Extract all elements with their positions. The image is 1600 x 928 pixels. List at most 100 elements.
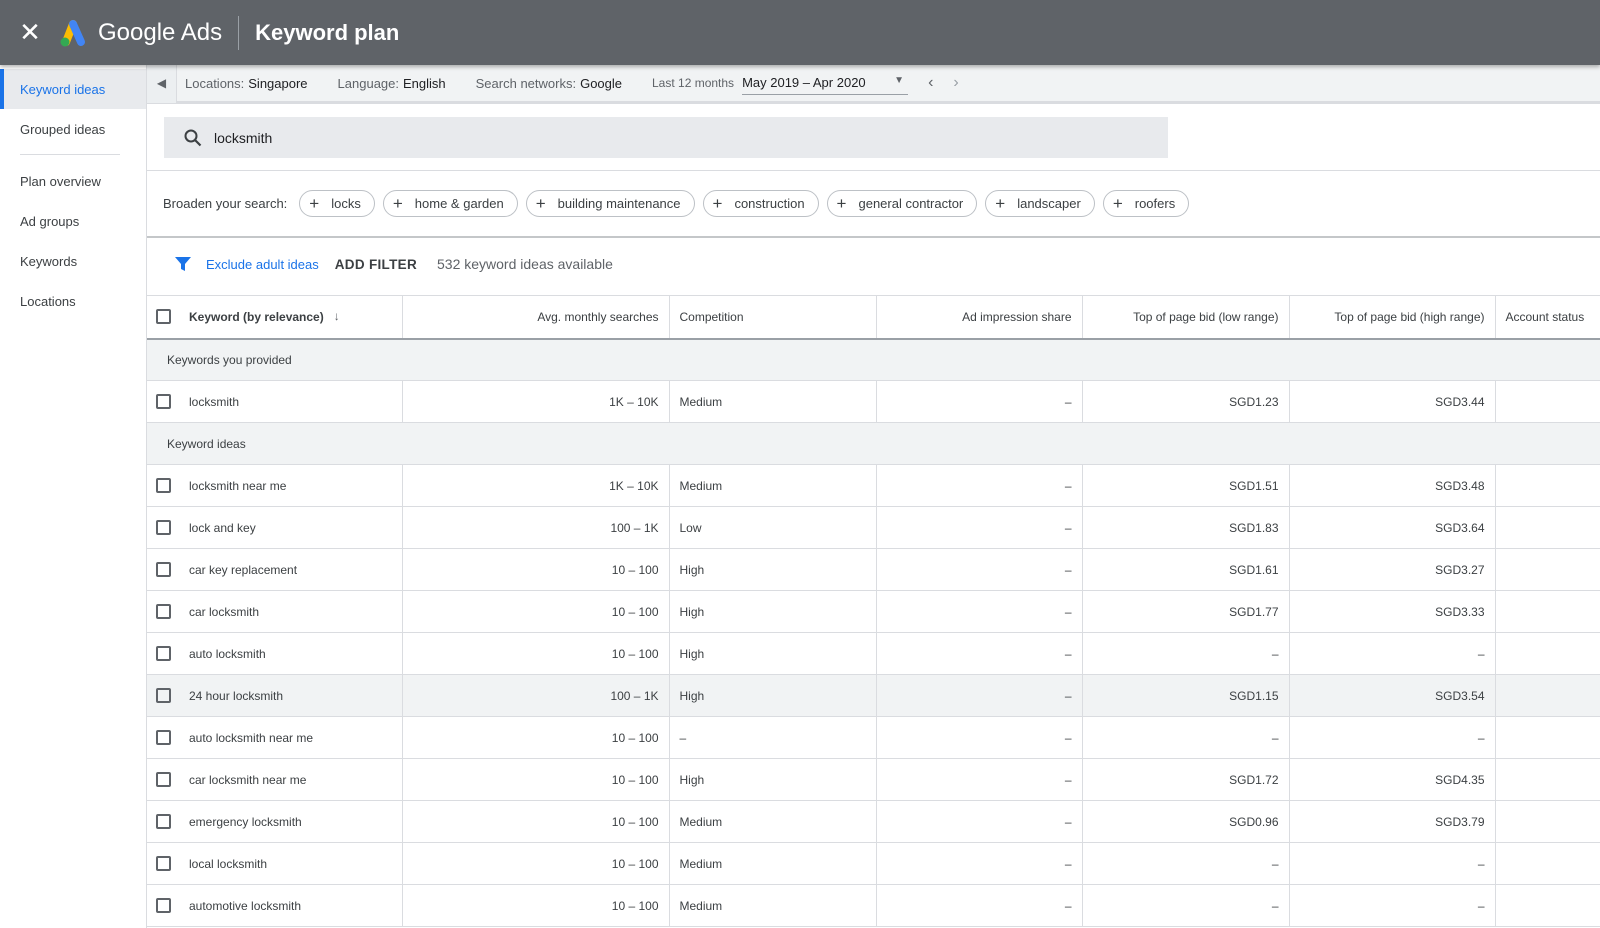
chip-building-maintenance[interactable]: + building maintenance (525, 190, 695, 217)
cell-keyword: car locksmith near me (147, 758, 402, 801)
header-ad-impression-share[interactable]: Ad impression share (875, 295, 1082, 340)
search-input[interactable]: locksmith (164, 117, 1168, 158)
cell-bid-high: SGD4.35 (1288, 758, 1495, 801)
cell-bid-low: SGD1.51 (1081, 464, 1289, 507)
chevron-left-icon[interactable]: ‹ (928, 74, 933, 92)
table-row[interactable]: car locksmith 10 – 100 High – SGD1.77 SGD3.33 (147, 590, 1600, 633)
cell-keyword: car locksmith (147, 590, 402, 633)
row-checkbox[interactable] (156, 772, 171, 788)
cell-keyword: emergency locksmith (147, 800, 402, 843)
cell-bid-low: – (1081, 716, 1289, 759)
locations-label: Locations: (185, 75, 245, 91)
header-bid-low[interactable]: Top of page bid (low range) (1081, 295, 1289, 340)
table-row[interactable]: local locksmith 10 – 100 Medium – – – (147, 842, 1600, 885)
close-icon[interactable]: ✕ (18, 17, 42, 48)
row-checkbox[interactable] (156, 898, 171, 914)
cell-bid-low: SGD1.61 (1081, 548, 1289, 591)
cell-bid-high: SGD3.27 (1288, 548, 1495, 591)
cell-bid-low: – (1081, 884, 1289, 927)
cell-avg-searches: 10 – 100 (401, 800, 669, 843)
cell-competition: Low (668, 506, 876, 549)
networks-value[interactable]: Google (580, 76, 622, 91)
table-row[interactable]: auto locksmith 10 – 100 High – – – (147, 632, 1600, 675)
table-row[interactable]: car key replacement 10 – 100 High – SGD1.61 S… (147, 548, 1600, 591)
sidebar-item-keyword-ideas[interactable]: Keyword ideas (0, 69, 146, 109)
header-avg-searches[interactable]: Avg. monthly searches (401, 295, 669, 340)
exclude-adult-ideas-filter[interactable]: Exclude adult ideas (206, 257, 319, 272)
plus-icon: + (1112, 193, 1123, 213)
header-competition[interactable]: Competition (668, 295, 876, 340)
row-checkbox[interactable] (156, 688, 171, 704)
sidebar-item-locations[interactable]: Locations (0, 281, 146, 321)
period-label: Last 12 months (652, 76, 735, 90)
cell-account-status (1494, 842, 1600, 885)
cell-bid-high: SGD3.54 (1288, 674, 1495, 717)
header-bid-high[interactable]: Top of page bid (high range) (1288, 295, 1495, 340)
table-row[interactable]: lock and key 100 – 1K Low – SGD1.83 SGD3.64 (147, 506, 1600, 549)
chip-label: roofers (1134, 196, 1176, 211)
row-checkbox[interactable] (156, 520, 171, 536)
row-checkbox[interactable] (156, 646, 171, 662)
cell-ad-impression-share: – (875, 758, 1082, 801)
cell-ad-impression-share: – (875, 506, 1082, 549)
header-keyword[interactable]: Keyword (by relevance) ↓ (147, 295, 402, 340)
search-value: locksmith (214, 129, 273, 146)
chip-label: general contractor (858, 196, 964, 211)
chip-construction[interactable]: + construction (702, 190, 819, 217)
chip-general-contractor[interactable]: + general contractor (826, 190, 978, 217)
row-checkbox[interactable] (156, 478, 171, 494)
table-row[interactable]: car locksmith near me 10 – 100 High – SGD1.7… (147, 758, 1600, 801)
search-icon (184, 129, 202, 146)
keyword-text: auto locksmith near me (189, 730, 314, 745)
add-filter-button[interactable]: ADD FILTER (335, 257, 417, 272)
cell-account-status (1494, 380, 1600, 423)
table-row[interactable]: locksmith 1K – 10K Medium – SGD1.23 SGD3.44 (147, 380, 1600, 423)
table-row[interactable]: emergency locksmith 10 – 100 Medium – SGD0.9… (147, 800, 1600, 843)
cell-ad-impression-share: – (875, 884, 1082, 927)
row-checkbox[interactable] (156, 604, 171, 620)
cell-account-status (1494, 464, 1600, 507)
chip-landscaper[interactable]: + landscaper (985, 190, 1095, 217)
date-range-value: May 2019 – Apr 2020 (742, 75, 866, 90)
cell-bid-low: SGD0.96 (1081, 800, 1289, 843)
cell-bid-high: SGD3.79 (1288, 800, 1495, 843)
cell-competition: High (668, 632, 876, 675)
date-range-dropdown[interactable]: May 2019 – Apr 2020 ▼ (742, 71, 909, 95)
sidebar-item-plan-overview[interactable]: Plan overview (0, 161, 146, 201)
select-all-checkbox[interactable] (156, 309, 171, 325)
chip-roofers[interactable]: + roofers (1102, 190, 1190, 217)
sidebar-item-grouped-ideas[interactable]: Grouped ideas (0, 109, 146, 149)
header-account-status[interactable]: Account status (1494, 295, 1600, 340)
row-checkbox[interactable] (156, 730, 171, 746)
cell-ad-impression-share: – (875, 800, 1082, 843)
cell-competition: Medium (668, 800, 876, 843)
filter-icon[interactable] (174, 255, 192, 273)
cell-competition: High (668, 674, 876, 717)
table-row[interactable]: automotive locksmith 10 – 100 Medium – – – (147, 884, 1600, 927)
language-value[interactable]: English (403, 76, 446, 91)
keyword-text: local locksmith (189, 856, 268, 871)
cell-account-status (1494, 884, 1600, 927)
cell-bid-high: – (1288, 632, 1495, 675)
cell-bid-high: SGD3.44 (1288, 380, 1495, 423)
row-checkbox[interactable] (156, 856, 171, 872)
row-checkbox[interactable] (156, 562, 171, 578)
chevron-right-icon[interactable]: › (953, 74, 958, 92)
cell-avg-searches: 1K – 10K (401, 380, 669, 423)
row-checkbox[interactable] (156, 814, 171, 830)
chip-locks[interactable]: + locks (299, 190, 375, 217)
cell-avg-searches: 10 – 100 (401, 884, 669, 927)
keyword-text: automotive locksmith (189, 898, 302, 913)
broaden-label: Broaden your search: (163, 196, 288, 211)
cell-account-status (1494, 800, 1600, 843)
table-row[interactable]: auto locksmith near me 10 – 100– – – – (147, 716, 1600, 759)
locations-value[interactable]: Singapore (248, 76, 307, 91)
sidebar-item-ad-groups[interactable]: Ad groups (0, 201, 146, 241)
keyword-text: car locksmith (189, 604, 260, 619)
table-row[interactable]: 24 hour locksmith 100 – 1K High – SGD1.15 SGD… (147, 674, 1600, 717)
table-row[interactable]: locksmith near me 1K – 10K Medium – SGD1.51 S… (147, 464, 1600, 507)
sidebar-item-keywords[interactable]: Keywords (0, 241, 146, 281)
collapse-arrow-icon[interactable]: ◀ (147, 63, 177, 103)
row-checkbox[interactable] (156, 394, 171, 410)
chip-home-garden[interactable]: + home & garden (382, 190, 518, 217)
